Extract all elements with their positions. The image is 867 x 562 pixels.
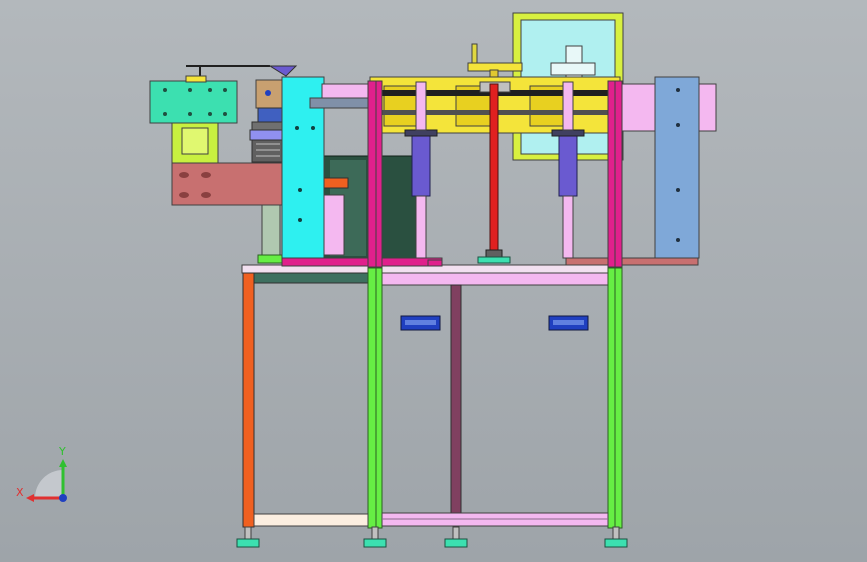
z-axis-dot xyxy=(59,494,67,502)
green-leg-1 xyxy=(367,267,377,529)
cad-viewport[interactable]: X Y xyxy=(0,0,867,562)
x-axis-label: X xyxy=(16,486,24,499)
green-leg-3 xyxy=(607,267,616,529)
left-leg-orange xyxy=(242,272,255,528)
base-left-under-plate xyxy=(253,272,369,284)
magenta-post-3 xyxy=(607,80,616,268)
top-left-teal-plate xyxy=(149,80,238,124)
foot-4 xyxy=(604,526,628,548)
y-axis-label: Y xyxy=(58,445,66,458)
magenta-post-1 xyxy=(367,80,377,268)
center-post xyxy=(450,284,462,515)
foot-2 xyxy=(363,526,387,548)
green-leg-2 xyxy=(375,267,383,529)
salmon-arm xyxy=(171,162,287,206)
green-leg-4 xyxy=(614,267,623,529)
bottom-left-rail xyxy=(253,513,369,527)
base-right-under-plate xyxy=(381,272,611,286)
foot-1 xyxy=(236,526,260,548)
magenta-post-2 xyxy=(375,80,383,268)
base-frame xyxy=(241,264,623,529)
red-lead-screw xyxy=(489,83,499,261)
magenta-post-4 xyxy=(614,80,623,268)
violet-cylinder-left xyxy=(411,133,431,197)
foot-3 xyxy=(444,526,468,548)
machine-assembly-drawing[interactable]: X Y xyxy=(0,0,867,562)
coordinate-triad[interactable]: X Y xyxy=(16,445,67,502)
leveling-feet xyxy=(236,526,628,548)
violet-cylinder-right xyxy=(558,133,578,197)
right-side-plate xyxy=(654,76,700,259)
